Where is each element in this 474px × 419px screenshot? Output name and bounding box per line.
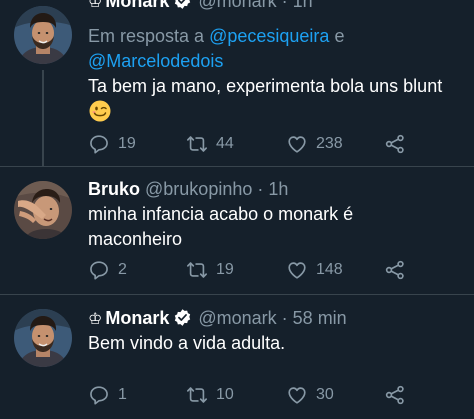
retweet-icon (186, 384, 208, 406)
like-icon (286, 384, 308, 406)
reply-count: 1 (118, 386, 127, 403)
display-name[interactable]: Monark (105, 0, 169, 11)
reply-button[interactable]: 2 (88, 257, 127, 283)
verified-badge-icon (173, 308, 192, 327)
winking-face-emoji-icon (89, 100, 111, 122)
reply-label: Em resposta a (88, 26, 205, 46)
reply-icon (88, 384, 110, 406)
tweet-text: Ta bem ja mano, experimenta bola uns blu… (88, 76, 443, 96)
timestamp[interactable]: · 1h (257, 179, 288, 199)
tweet-header: ♔ Monark @monark · 1h (88, 0, 313, 14)
share-icon (384, 259, 406, 281)
timestamp[interactable]: · 1h (282, 0, 313, 11)
like-icon (286, 133, 308, 155)
like-button[interactable]: 238 (286, 131, 343, 157)
reply-button[interactable]: 19 (88, 131, 136, 157)
retweet-button[interactable]: 44 (186, 131, 234, 157)
timestamp[interactable]: · 58 min (282, 308, 347, 328)
tweet-text: minha infancia acabo o monark é maconhei… (88, 204, 354, 249)
like-icon (286, 259, 308, 281)
like-button[interactable]: 148 (286, 257, 343, 283)
retweet-icon (186, 133, 208, 155)
share-button[interactable] (384, 131, 414, 157)
retweet-count: 19 (216, 261, 234, 278)
share-button[interactable] (384, 382, 414, 408)
tweet-header: ♔ Monark @monark · 58 min (88, 307, 347, 331)
tweet-monark-reply[interactable]: ♔ Monark @monark · 1h Em resposta a @peces… (0, 0, 474, 166)
share-icon (384, 384, 406, 406)
like-count: 148 (316, 261, 343, 278)
avatar-image (14, 181, 72, 239)
mention-link-pecesiqueira[interactable]: @pecesiqueira (209, 26, 329, 46)
share-button[interactable] (384, 257, 414, 283)
tweet-actions: 1 10 30 (88, 382, 448, 408)
avatar-image (14, 309, 72, 367)
tweet-header: Bruko @brukopinho · 1h (88, 178, 288, 200)
avatar-bruko[interactable] (14, 181, 72, 239)
like-count: 30 (316, 386, 334, 403)
mention-joiner: e (334, 26, 345, 46)
crown-icon: ♔ (88, 311, 103, 328)
timeline: ♔ Monark @monark · 1h Em resposta a @peces… (0, 0, 474, 419)
tweet-actions: 2 19 148 (88, 257, 448, 283)
tweet-monark-answer[interactable]: ♔ Monark @monark · 58 min Bem vindo a vida… (0, 295, 474, 419)
tweet-text: Bem vindo a vida adulta. (88, 333, 286, 353)
reply-count: 2 (118, 261, 127, 278)
handle[interactable]: @brukopinho (145, 179, 252, 199)
retweet-count: 44 (216, 135, 234, 152)
reply-icon (88, 133, 110, 155)
retweet-count: 10 (216, 386, 234, 403)
reply-context: Em resposta a @pecesiqueira e @Marcelode… (88, 24, 458, 74)
retweet-icon (186, 259, 208, 281)
retweet-button[interactable]: 19 (186, 257, 234, 283)
thread-connector (42, 70, 44, 166)
avatar-image (14, 6, 72, 64)
avatar-monark[interactable] (14, 6, 72, 64)
display-name[interactable]: Monark (105, 308, 169, 328)
tweet-actions: 19 44 238 (88, 131, 448, 157)
mention-link-marcelodedois[interactable]: @Marcelodedois (88, 51, 223, 71)
like-count: 238 (316, 135, 343, 152)
retweet-button[interactable]: 10 (186, 382, 234, 408)
handle[interactable]: @monark (198, 308, 276, 328)
share-icon (384, 133, 406, 155)
reply-button[interactable]: 1 (88, 382, 127, 408)
reply-count: 19 (118, 135, 136, 152)
display-name[interactable]: Bruko (88, 179, 140, 199)
reply-icon (88, 259, 110, 281)
tweet-bruko[interactable]: Bruko @brukopinho · 1h minha infancia aca… (0, 167, 474, 294)
verified-badge-icon (173, 0, 192, 10)
avatar-monark[interactable] (14, 309, 72, 367)
like-button[interactable]: 30 (286, 382, 334, 408)
handle[interactable]: @monark (198, 0, 276, 11)
crown-icon: ♔ (88, 0, 103, 11)
